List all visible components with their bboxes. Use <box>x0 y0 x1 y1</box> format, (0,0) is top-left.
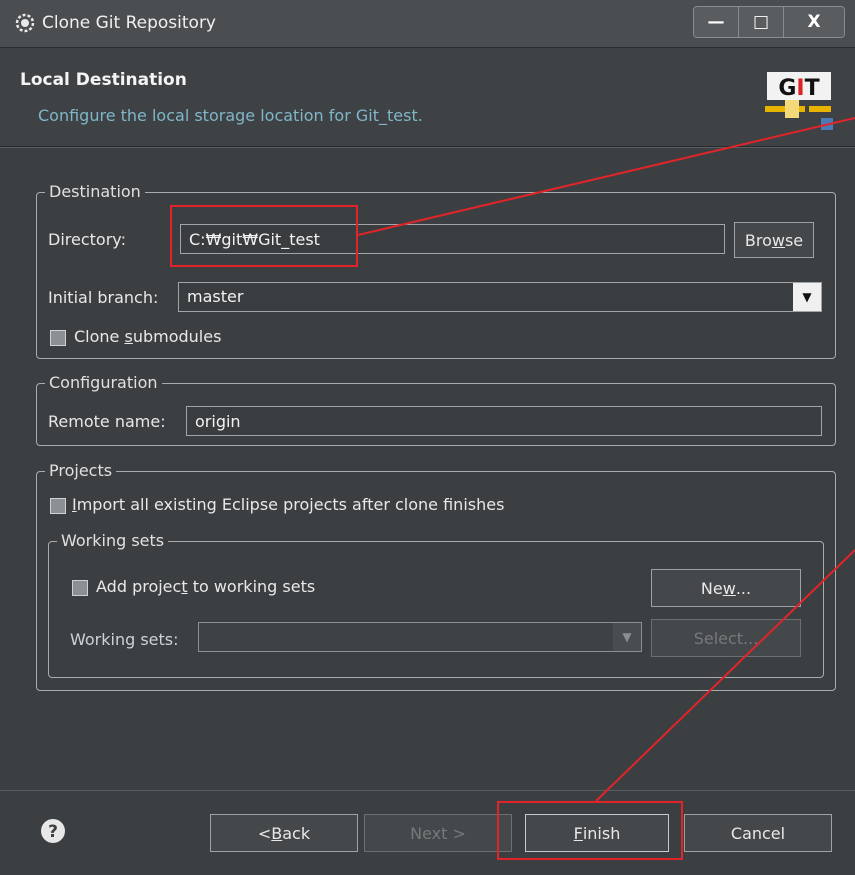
initial-branch-select[interactable]: master ▼ <box>178 282 822 312</box>
header-separator <box>0 147 855 148</box>
finish-button[interactable]: Finish <box>525 814 669 852</box>
working-sets-group: Working sets <box>48 530 824 678</box>
title-bar: Clone Git Repository — □ X <box>0 0 855 48</box>
eclipse-gear-icon <box>15 13 35 33</box>
back-button[interactable]: < Back <box>210 814 358 852</box>
submodules-suffix: ubmodules <box>132 327 222 346</box>
close-icon: X <box>807 12 821 32</box>
submodules-prefix: Clone <box>74 327 125 346</box>
destination-group-label: Destination <box>45 181 145 203</box>
new-working-set-button[interactable]: Ne w... <box>651 569 801 607</box>
add-to-working-sets-label[interactable]: Add project to working sets <box>96 577 315 596</box>
svg-text:GIT: GIT <box>778 76 819 101</box>
close-button[interactable]: X <box>783 7 844 37</box>
browse-suffix: se <box>784 230 804 250</box>
working-sets-group-label: Working sets <box>57 530 169 552</box>
chevron-down-icon[interactable]: ▼ <box>793 283 821 311</box>
add-prefix: Add projec <box>96 577 182 596</box>
import-suffix: mport all existing Eclipse projects afte… <box>76 495 505 514</box>
svg-text:?: ? <box>48 822 58 842</box>
add-to-working-sets-checkbox[interactable] <box>72 580 88 596</box>
new-mnemonic: w <box>722 578 736 598</box>
directory-input[interactable] <box>180 224 725 254</box>
maximize-icon: □ <box>752 12 770 32</box>
remote-name-label: Remote name: <box>48 412 166 431</box>
initial-branch-value: master <box>187 287 244 306</box>
back-suffix: ack <box>282 823 311 843</box>
page-description: Configure the local storage location for… <box>38 106 423 125</box>
new-prefix: Ne <box>700 578 723 598</box>
working-sets-label: Working sets: <box>70 630 179 649</box>
remote-name-input[interactable] <box>186 406 822 436</box>
working-sets-combo[interactable]: ▼ <box>198 622 642 652</box>
footer-separator <box>0 790 855 791</box>
cancel-button[interactable]: Cancel <box>684 814 832 852</box>
window-title: Clone Git Repository <box>42 13 216 33</box>
back-prefix: < <box>257 823 272 843</box>
wizard-header: Local Destination Configure the local st… <box>0 48 855 147</box>
chevron-down-icon: ▼ <box>613 623 641 651</box>
git-logo-icon: GIT <box>765 72 833 130</box>
clone-submodules-label[interactable]: Clone submodules <box>74 327 221 346</box>
add-suffix: to working sets <box>187 577 316 596</box>
browse-button[interactable]: Bro w se <box>734 222 814 258</box>
finish-mnemonic: F <box>573 823 583 843</box>
finish-suffix: inish <box>582 823 621 843</box>
new-suffix: ... <box>735 578 752 598</box>
configuration-group-label: Configuration <box>45 372 162 394</box>
window-controls: — □ X <box>693 6 845 38</box>
projects-group-label: Projects <box>45 460 117 482</box>
browse-prefix: Bro <box>744 230 772 250</box>
directory-label: Directory: <box>48 230 126 249</box>
browse-mnemonic: w <box>771 230 785 250</box>
maximize-button[interactable]: □ <box>738 7 783 37</box>
minimize-icon: — <box>707 12 725 32</box>
page-title: Local Destination <box>20 70 187 90</box>
help-icon[interactable]: ? <box>40 818 66 844</box>
minimize-button[interactable]: — <box>694 7 738 37</box>
clone-submodules-checkbox[interactable] <box>50 330 66 346</box>
back-mnemonic: B <box>271 823 283 843</box>
clone-git-repository-dialog: Clone Git Repository — □ X Local Destina… <box>0 0 855 875</box>
select-working-sets-button[interactable]: Select... <box>651 619 801 657</box>
import-projects-checkbox[interactable] <box>50 498 66 514</box>
import-projects-label[interactable]: Import all existing Eclipse projects aft… <box>72 495 504 514</box>
initial-branch-label: Initial branch: <box>48 288 159 307</box>
submodules-mnemonic: s <box>124 327 133 346</box>
next-button[interactable]: Next > <box>364 814 512 852</box>
